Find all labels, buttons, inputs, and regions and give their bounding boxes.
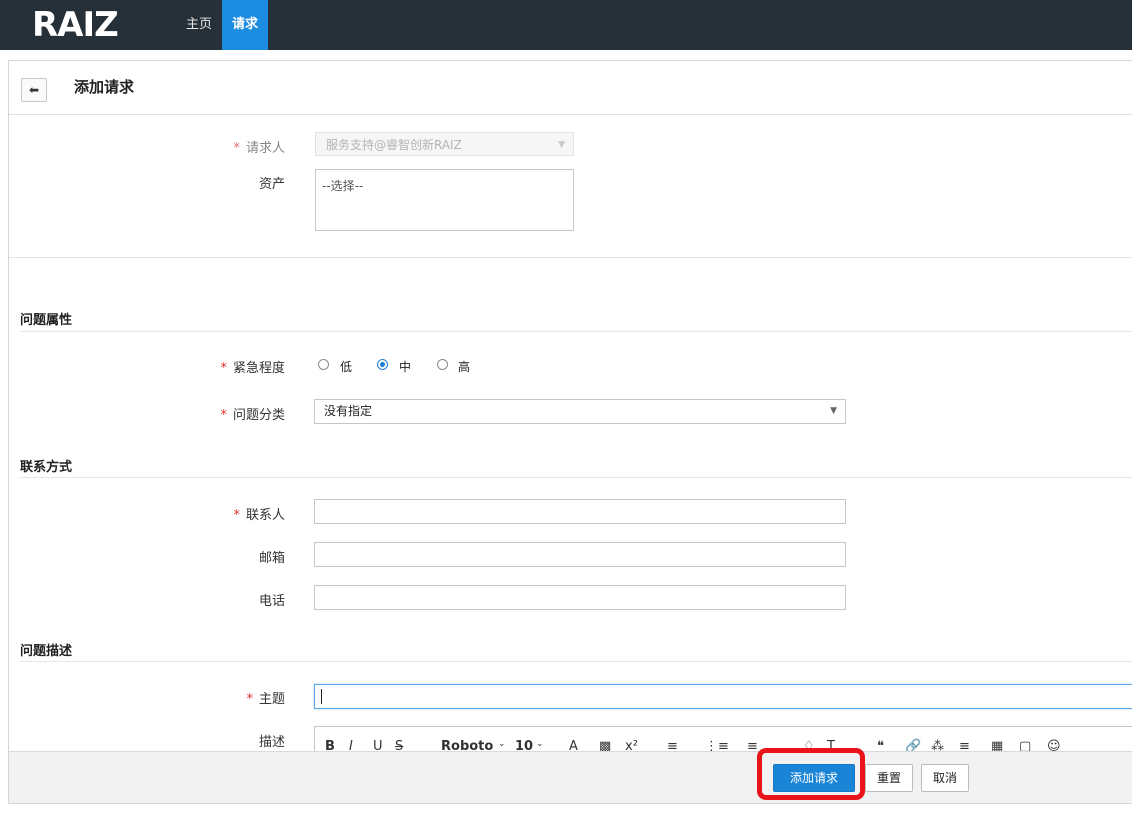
urgency-high-radio[interactable]: [437, 359, 448, 370]
required-mark: *: [233, 141, 240, 156]
chevron-down-icon: ▼: [830, 406, 837, 416]
asset-select[interactable]: --选择--: [315, 169, 574, 231]
divider: [20, 331, 1132, 332]
nav-request[interactable]: 请求: [222, 0, 269, 50]
page-header: ⬅ 添加请求: [9, 61, 1132, 115]
reset-button[interactable]: 重置: [865, 764, 913, 792]
section-title-contact: 联系方式: [20, 460, 73, 475]
contact-input[interactable]: [314, 499, 846, 524]
cancel-button[interactable]: 取消: [921, 764, 969, 792]
requester-label: * 请求人: [233, 141, 285, 156]
description-label: 描述: [258, 735, 285, 750]
asset-label: 资产: [258, 177, 285, 192]
phone-input[interactable]: [314, 585, 846, 610]
logo: RAIZ: [32, 5, 119, 45]
category-select[interactable]: 没有指定 ▼: [314, 399, 846, 424]
form-footer: 添加请求 重置 取消: [9, 751, 1132, 803]
section-title-description: 问题描述: [20, 644, 73, 659]
divider: [9, 257, 1132, 258]
chevron-down-icon: ▼: [558, 140, 565, 150]
chevron-down-icon: ⌄: [536, 739, 544, 749]
email-input[interactable]: [314, 542, 846, 567]
urgency-low-radio[interactable]: [318, 359, 329, 370]
section-title-attributes: 问题属性: [20, 313, 73, 328]
divider: [20, 477, 1132, 478]
divider: [20, 661, 1132, 662]
text-cursor: [321, 689, 322, 704]
chevron-down-icon: ⌄: [498, 739, 506, 749]
required-mark: *: [220, 408, 227, 423]
urgency-low-label: 低: [340, 360, 353, 374]
urgency-medium-radio[interactable]: [377, 359, 388, 370]
requester-select: 服务支持@睿智创新RAIZ ▼: [315, 132, 574, 156]
category-label: * 问题分类: [220, 408, 285, 423]
subject-label: * 主题: [246, 692, 285, 707]
contact-label: * 联系人: [233, 508, 285, 523]
highlight-box: [757, 748, 865, 800]
required-mark: *: [220, 361, 227, 376]
phone-label: 电话: [258, 594, 285, 609]
subject-input[interactable]: [314, 684, 1132, 709]
form-panel: ⬅ 添加请求 * 请求人 服务支持@睿智创新RAIZ ▼ 资产 --选择-- 问题…: [8, 60, 1132, 804]
top-nav: RAIZ 主页 请求: [0, 0, 1132, 50]
arrow-left-icon: ⬅: [28, 83, 40, 97]
urgency-high-label: 高: [458, 360, 471, 374]
urgency-label: * 紧急程度: [220, 361, 285, 376]
required-mark: *: [246, 692, 253, 707]
back-button[interactable]: ⬅: [21, 78, 47, 102]
email-label: 邮箱: [258, 551, 285, 566]
required-mark: *: [233, 508, 240, 523]
nav-home[interactable]: 主页: [176, 0, 222, 50]
page-title: 添加请求: [74, 78, 135, 96]
urgency-medium-label: 中: [399, 360, 412, 374]
